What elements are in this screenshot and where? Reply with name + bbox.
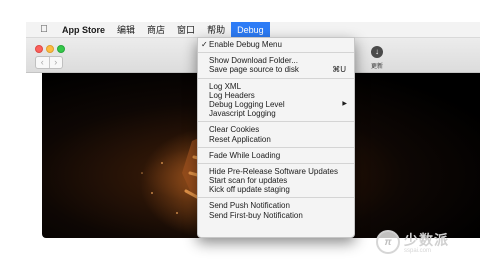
menu-item-label: Kick off update staging [209, 185, 290, 195]
menu-item-reset-application[interactable]: Reset Application [198, 135, 354, 144]
menu-item-label: Debug Logging Level [209, 99, 285, 109]
chevron-right-icon[interactable]: › [48, 57, 63, 68]
menu-separator [198, 197, 354, 199]
menu-item-label: Log XML [209, 81, 242, 91]
menu-item-debug-logging-level[interactable]: Debug Logging Level ▶ [198, 100, 354, 109]
menu-item-fade-while-loading[interactable]: Fade While Loading [198, 151, 354, 160]
menu-item-send-push[interactable]: Send Push Notification [198, 201, 354, 210]
menu-item-label: Hide Pre-Release Software Updates [209, 166, 338, 176]
watermark-brand: 少数派 [404, 232, 449, 248]
menu-item-send-first-buy[interactable]: Send First-buy Notification [198, 211, 354, 220]
menu-item-label: Reset Application [209, 134, 271, 144]
sspai-logo-icon: π [376, 230, 400, 254]
menu-separator [198, 162, 354, 164]
menu-window[interactable]: 窗口 [171, 22, 201, 38]
submenu-arrow-icon: ▶ [342, 100, 347, 107]
watermark-text: 少数派 sspai.com [404, 230, 449, 254]
sidebar-strip [26, 73, 42, 248]
menu-edit[interactable]: 编辑 [111, 22, 141, 38]
menu-item-show-download-folder[interactable]: Show Download Folder... [198, 56, 354, 65]
menu-app-store[interactable]: App Store [56, 22, 111, 38]
menu-item-hide-prerelease[interactable]: Hide Pre-Release Software Updates [198, 167, 354, 176]
menu-separator [198, 77, 354, 79]
menu-bar:  App Store 编辑 商店 窗口 帮助 Debug [26, 21, 480, 38]
menu-item-label: Javascript Logging [209, 109, 276, 119]
menu-help[interactable]: 帮助 [201, 22, 231, 38]
updates-label: 更新 [370, 64, 383, 70]
apple-logo-icon[interactable]:  [36, 24, 52, 35]
updates-button[interactable]: ↓ 更新 [366, 46, 388, 70]
checkmark-icon: ✓ [201, 40, 208, 49]
menu-store[interactable]: 商店 [141, 22, 171, 38]
menu-item-label: Clear Cookies [209, 125, 260, 135]
menu-item-label: Send First-buy Notification [209, 210, 303, 220]
sspai-watermark: π 少数派 sspai.com [376, 228, 476, 256]
menu-item-label: Save page source to disk [209, 65, 299, 75]
menu-item-label: Enable Debug Menu [209, 40, 282, 49]
menu-item-label: Send Push Notification [209, 201, 290, 211]
menu-separator [198, 52, 354, 54]
menu-item-enable-debug[interactable]: ✓ Enable Debug Menu [198, 40, 354, 49]
menu-item-log-headers[interactable]: Log Headers [198, 91, 354, 100]
navigation-buttons: ‹ › [35, 56, 63, 69]
minimize-window-button[interactable] [46, 45, 54, 53]
chevron-left-icon[interactable]: ‹ [36, 57, 49, 68]
menu-separator [198, 146, 354, 148]
menu-item-save-page-source[interactable]: Save page source to disk ⌘U [198, 65, 354, 74]
menu-item-label: Start scan for updates [209, 176, 288, 186]
menu-item-clear-cookies[interactable]: Clear Cookies [198, 125, 354, 134]
menu-item-javascript-logging[interactable]: Javascript Logging [198, 109, 354, 118]
debug-menu-dropdown: ✓ Enable Debug Menu Show Download Folder… [197, 37, 355, 238]
keyboard-shortcut: ⌘U [332, 65, 346, 75]
menu-item-kickoff-staging[interactable]: Kick off update staging [198, 185, 354, 194]
menu-item-label: Log Headers [209, 90, 255, 100]
menu-item-label: Show Download Folder... [209, 56, 298, 66]
menu-debug[interactable]: Debug [231, 21, 270, 38]
menu-item-start-scan[interactable]: Start scan for updates [198, 176, 354, 185]
menu-separator [198, 121, 354, 123]
download-arrow-icon: ↓ [371, 46, 383, 58]
zoom-window-button[interactable] [57, 45, 65, 53]
menu-item-log-xml[interactable]: Log XML [198, 82, 354, 91]
menu-item-label: Fade While Loading [209, 150, 281, 160]
close-window-button[interactable] [35, 45, 43, 53]
